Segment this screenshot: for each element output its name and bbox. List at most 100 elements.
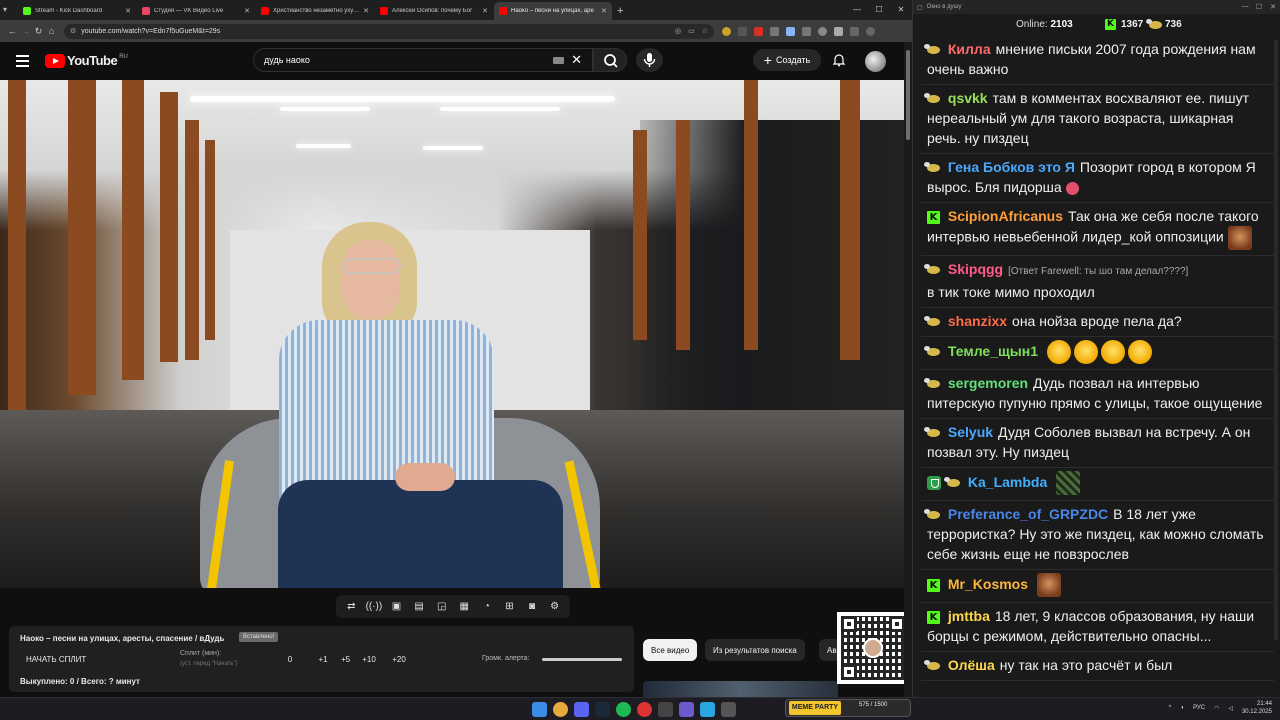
- spotify-icon[interactable]: [616, 702, 631, 717]
- telegram-icon[interactable]: [700, 702, 715, 717]
- search-input[interactable]: дудь наоко ✕: [253, 48, 593, 72]
- clear-search-icon[interactable]: ✕: [571, 52, 582, 68]
- clock[interactable]: 21:44 30.12.2025: [1242, 700, 1272, 716]
- bookmark-star-icon[interactable]: ☆: [702, 27, 708, 35]
- extension-icon[interactable]: [722, 26, 731, 36]
- chat-messages[interactable]: Килла мнение письки 2007 года рождения на…: [921, 36, 1274, 691]
- tray-expand-icon[interactable]: ^: [1169, 705, 1172, 711]
- extension-icon[interactable]: [754, 26, 763, 36]
- alert-volume-slider[interactable]: [542, 658, 622, 661]
- close-tab-icon[interactable]: ✕: [363, 7, 369, 15]
- create-button[interactable]: + Создать: [753, 49, 821, 71]
- maximize-icon[interactable]: ☐: [1252, 3, 1266, 11]
- address-input[interactable]: ⚙ youtube.com/watch?v=Edn7f5uGueM&t=29s …: [64, 23, 714, 39]
- add-clip-icon[interactable]: ⊞: [500, 601, 518, 612]
- maximize-icon[interactable]: ☐: [868, 0, 890, 20]
- obs-icon[interactable]: [637, 702, 652, 717]
- sidepanel-icon[interactable]: [834, 26, 843, 36]
- extension-icon[interactable]: [770, 26, 779, 36]
- app-icon[interactable]: [679, 702, 694, 717]
- menu-icon[interactable]: [16, 55, 29, 70]
- chat-nick[interactable]: Selyuk: [948, 424, 993, 440]
- volume-icon[interactable]: ◁: [1228, 705, 1233, 712]
- tab-vk-studio[interactable]: Студия — VK Видео Live ✕: [137, 2, 255, 20]
- chat-nick[interactable]: jmttba: [948, 608, 990, 624]
- voice-search-button[interactable]: [636, 48, 663, 72]
- broadcast-icon[interactable]: ((·)): [365, 601, 383, 612]
- close-tab-icon[interactable]: ✕: [244, 7, 250, 15]
- tab-youtube-1[interactable]: Христианство незаметно ухудш ✕: [256, 2, 374, 20]
- chat-nick[interactable]: Skipqgg: [948, 261, 1003, 277]
- start-split-button[interactable]: НАЧАТЬ СПЛИТ: [26, 655, 86, 664]
- loop-icon[interactable]: ⇄: [342, 601, 360, 612]
- chat-nick[interactable]: qsvkk: [948, 90, 988, 106]
- new-tab-button[interactable]: +: [617, 2, 623, 20]
- menu-icon[interactable]: [802, 26, 811, 36]
- windows-start-icon[interactable]: [532, 702, 547, 717]
- discord-icon[interactable]: [574, 702, 589, 717]
- minimize-icon[interactable]: —: [1238, 3, 1252, 11]
- add-1-button[interactable]: +1: [305, 655, 341, 664]
- chat-nick[interactable]: Preferance_of_GRPZDC: [948, 506, 1108, 522]
- chat-nick[interactable]: ScipionAfricanus: [948, 208, 1063, 224]
- close-tab-icon[interactable]: ✕: [482, 7, 488, 15]
- chat-nick[interactable]: sergemoren: [948, 375, 1028, 391]
- chat-scrollbar[interactable]: [1274, 40, 1278, 640]
- app-icon[interactable]: [721, 702, 736, 717]
- minimize-icon[interactable]: —: [846, 0, 868, 20]
- microphone-icon[interactable]: ◖: [1180, 705, 1184, 711]
- search-button[interactable]: [593, 48, 627, 72]
- tab-youtube-2[interactable]: Алексей Осипов: почему Бог ✕: [375, 2, 493, 20]
- extensions-puzzle-icon[interactable]: [786, 26, 795, 36]
- chat-nick[interactable]: Килла: [948, 41, 991, 57]
- close-tab-icon[interactable]: ✕: [125, 7, 131, 15]
- tab-youtube-active[interactable]: Наоко – песни на улицах, аре ✕: [494, 2, 612, 20]
- settings-gear-icon[interactable]: ⚙: [546, 601, 564, 612]
- page-scrollbar[interactable]: [904, 42, 912, 697]
- chat-nick[interactable]: Mr_Kosmos: [948, 576, 1028, 592]
- chat-nick[interactable]: Темле_щын1: [948, 343, 1038, 359]
- chat-nick[interactable]: Гена Бобков это Я: [948, 159, 1075, 175]
- forward-icon[interactable]: →: [19, 26, 32, 36]
- profile-icon[interactable]: [850, 26, 859, 36]
- scrollbar-thumb[interactable]: [906, 50, 910, 140]
- home-icon[interactable]: ⌂: [45, 26, 58, 36]
- chip-all-videos[interactable]: Все видео: [643, 639, 698, 661]
- tab-kick-dashboard[interactable]: Stream - Kick Dashboard ✕: [18, 2, 136, 20]
- site-info-icon[interactable]: ⚙: [70, 27, 76, 35]
- cast-icon[interactable]: ▭: [688, 27, 695, 35]
- related-video-thumbnail[interactable]: [643, 681, 838, 697]
- language-indicator[interactable]: РУС: [1193, 705, 1205, 711]
- filmstrip-icon[interactable]: ▦: [455, 601, 473, 612]
- picture-in-picture-icon[interactable]: ◲: [433, 601, 451, 612]
- download-icon[interactable]: [818, 26, 827, 36]
- chip-search-results[interactable]: Из результатов поиска: [705, 639, 805, 661]
- wifi-icon[interactable]: ◠: [1214, 705, 1219, 712]
- account-avatar[interactable]: [865, 51, 886, 72]
- close-tab-icon[interactable]: ✕: [601, 7, 607, 15]
- screenshot-icon[interactable]: ◙: [523, 601, 541, 612]
- chat-nick[interactable]: Ka_Lambda: [968, 474, 1047, 490]
- reload-icon[interactable]: ↻: [32, 26, 45, 37]
- keyboard-icon[interactable]: [553, 56, 565, 64]
- back-icon[interactable]: ←: [6, 26, 19, 36]
- meme-party-widget[interactable]: MEME PARTY 575 / 1500: [785, 699, 911, 717]
- chrome-icon[interactable]: [553, 702, 568, 717]
- add-20-button[interactable]: +20: [389, 655, 409, 664]
- clapperboard-icon[interactable]: ▤: [410, 601, 428, 612]
- close-window-icon[interactable]: ✕: [890, 0, 912, 20]
- chat-nick[interactable]: Олёша: [948, 657, 995, 673]
- youtube-logo[interactable]: YouTube RU: [45, 53, 128, 68]
- tab-search-icon[interactable]: ▾: [3, 5, 7, 14]
- video-player[interactable]: [0, 80, 904, 588]
- close-window-icon[interactable]: ✕: [1266, 3, 1280, 11]
- extension-icon[interactable]: [738, 26, 747, 36]
- notifications-bell-icon[interactable]: [832, 53, 846, 67]
- chat-nick[interactable]: shanzixx: [948, 313, 1007, 329]
- add-10-button[interactable]: +10: [349, 655, 389, 664]
- screen-record-icon[interactable]: ▣: [387, 601, 405, 612]
- add-5-button[interactable]: +5: [341, 655, 350, 664]
- google-lens-icon[interactable]: ◎: [675, 27, 681, 35]
- steam-icon[interactable]: [595, 702, 610, 717]
- speed-icon[interactable]: ◔: [478, 601, 496, 612]
